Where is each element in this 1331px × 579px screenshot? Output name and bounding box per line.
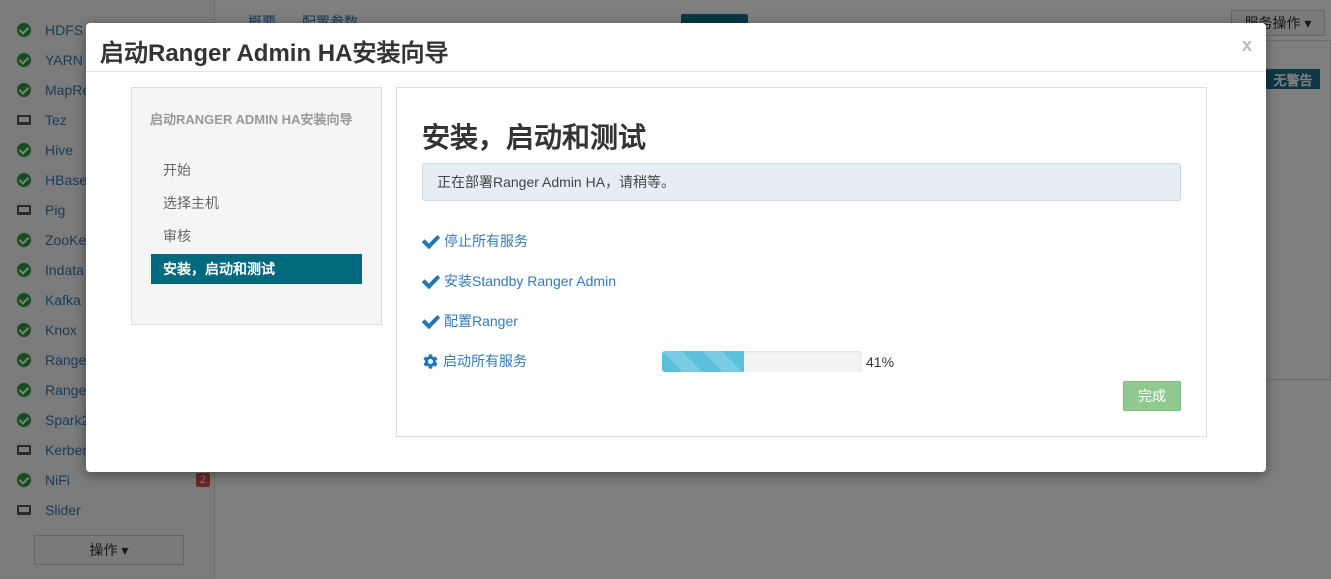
check-icon	[422, 273, 438, 289]
wizard-content: 安装，启动和测试 正在部署Ranger Admin HA，请稍等。 停止所有服务…	[396, 87, 1207, 437]
modal-header: 启动Ranger Admin HA安装向导 x	[86, 23, 1266, 72]
modal-title: 启动Ranger Admin HA安装向导	[100, 40, 449, 67]
task-configure-ranger: 配置Ranger	[422, 310, 518, 332]
task-label[interactable]: 安装Standby Ranger Admin	[444, 271, 616, 291]
wizard-nav-title: 启动RANGER ADMIN HA安装向导	[150, 112, 353, 127]
gear-icon	[423, 353, 438, 369]
task-start-services: 启动所有服务	[422, 350, 527, 372]
task-label[interactable]: 配置Ranger	[444, 311, 518, 331]
task-label[interactable]: 启动所有服务	[443, 351, 527, 371]
info-alert: 正在部署Ranger Admin HA，请稍等。	[422, 163, 1181, 201]
nav-step-select-hosts[interactable]: 选择主机	[151, 188, 362, 218]
check-icon	[422, 313, 438, 329]
wizard-modal: 启动Ranger Admin HA安装向导 x 启动RANGER ADMIN H…	[86, 23, 1266, 472]
progress-bar	[662, 351, 862, 372]
nav-step-install-start-test[interactable]: 安装，启动和测试	[151, 254, 362, 284]
task-install-standby: 安装Standby Ranger Admin	[422, 270, 616, 292]
close-icon[interactable]: x	[1242, 35, 1252, 56]
nav-step-start[interactable]: 开始	[151, 155, 362, 185]
check-icon	[422, 233, 438, 249]
task-label[interactable]: 停止所有服务	[444, 231, 528, 251]
wizard-nav: 启动RANGER ADMIN HA安装向导 开始 选择主机 审核 安装，启动和测…	[131, 87, 382, 325]
progress-text: 41%	[866, 353, 895, 370]
task-stop-services: 停止所有服务	[422, 230, 528, 252]
progress-fill	[662, 351, 744, 372]
done-button[interactable]: 完成	[1123, 381, 1181, 411]
step-title: 安装，启动和测试	[422, 122, 647, 153]
nav-step-review[interactable]: 审核	[151, 221, 362, 251]
